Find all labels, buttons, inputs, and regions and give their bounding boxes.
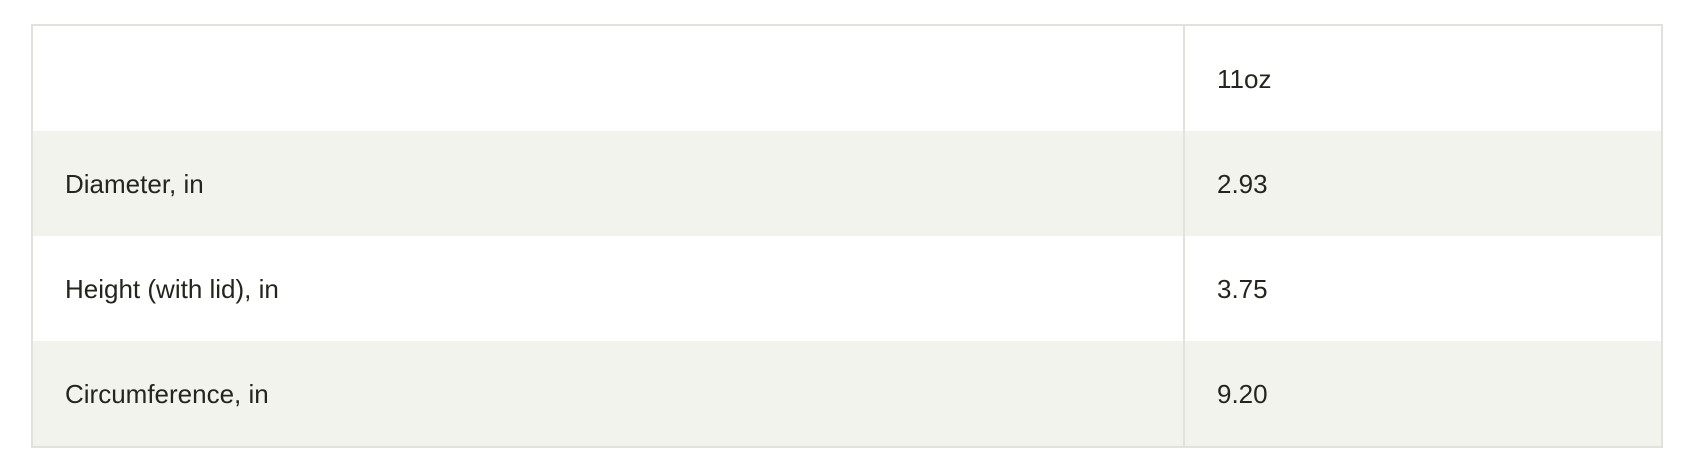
table-row: Circumference, in 9.20 <box>33 341 1661 446</box>
row-value-height: 3.75 <box>1183 236 1661 341</box>
header-size-cell: 11oz <box>1183 26 1661 131</box>
header-label-cell <box>33 26 1184 131</box>
table-row: Height (with lid), in 3.75 <box>33 236 1661 341</box>
row-value-diameter: 2.93 <box>1183 131 1661 236</box>
row-label-diameter: Diameter, in <box>33 131 1184 236</box>
table-row: Diameter, in 2.93 <box>33 131 1661 236</box>
row-value-circumference: 9.20 <box>1183 341 1661 446</box>
row-label-circumference: Circumference, in <box>33 341 1184 446</box>
size-spec-table: 11oz Diameter, in 2.93 Height (with lid)… <box>31 24 1663 448</box>
table-header-row: 11oz <box>33 26 1661 131</box>
spec-table-grid: 11oz Diameter, in 2.93 Height (with lid)… <box>33 26 1661 446</box>
row-label-height: Height (with lid), in <box>33 236 1184 341</box>
